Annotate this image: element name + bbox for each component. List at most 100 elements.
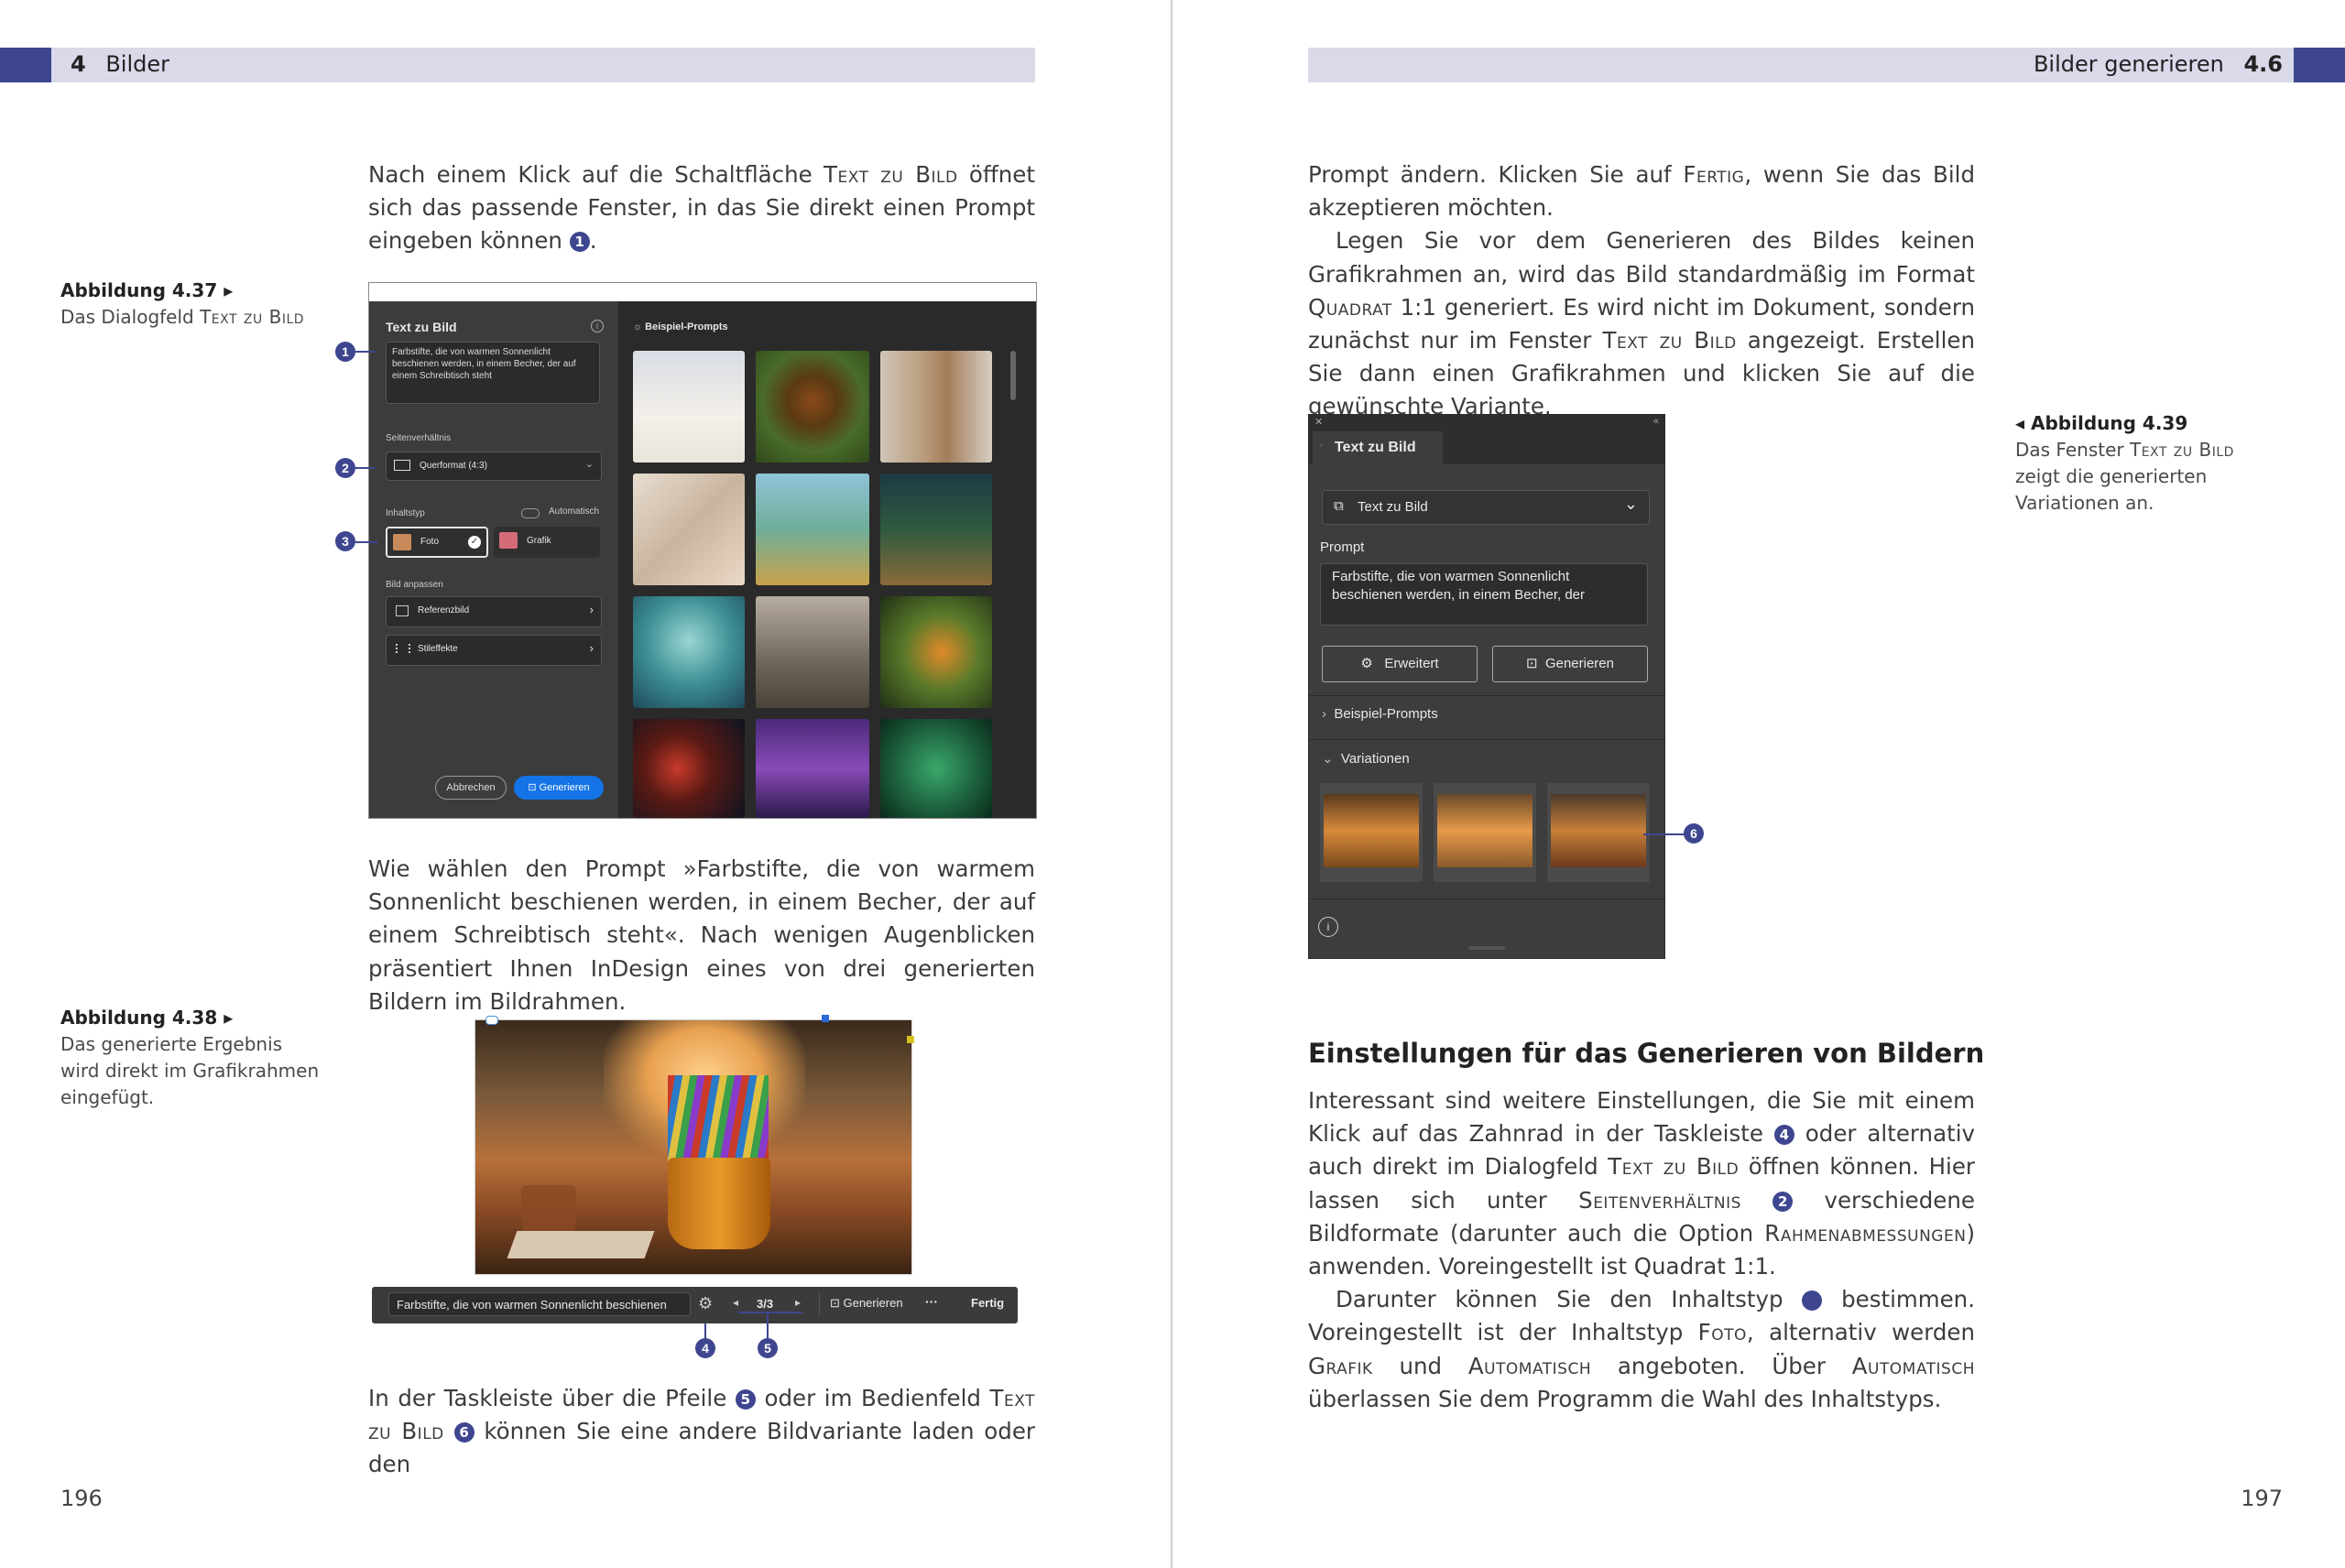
done-button[interactable]: Fertig xyxy=(971,1296,1004,1310)
example-prompts-label: Beispiel-Prompts xyxy=(645,321,728,332)
style-effects-row[interactable]: Stileffekte › xyxy=(386,635,602,666)
variation-tile[interactable] xyxy=(1434,783,1536,882)
page-number: 196 xyxy=(60,1486,103,1511)
caption-text: Das generierte Ergebnis wird direkt im G… xyxy=(60,1033,320,1108)
header-accent-block xyxy=(0,48,51,82)
info-icon[interactable]: i xyxy=(1318,917,1338,937)
panel-tab[interactable]: ◦ Text zu Bild xyxy=(1313,431,1443,464)
prompt-input[interactable]: Farbstifte, die von warmen Sonnenlicht b… xyxy=(386,342,600,404)
example-thumb-orangutan[interactable] xyxy=(756,351,869,463)
auto-toggle[interactable] xyxy=(521,508,540,518)
chevron-right-icon: › xyxy=(1322,706,1326,722)
left-page: 4 Bilder Nach einem Klick auf die Schalt… xyxy=(0,0,1172,1568)
paragraph-intro: Nach einem Klick auf die Schaltfläche Te… xyxy=(368,158,1035,258)
chevron-down-icon: ⌄ xyxy=(1623,495,1638,513)
callout-bracket xyxy=(738,1312,802,1313)
frame-handle-icon[interactable] xyxy=(485,1016,498,1025)
generate-button[interactable]: ⊡ Generieren xyxy=(1492,646,1648,682)
prev-arrow-icon[interactable]: ◂ xyxy=(733,1296,738,1309)
divider xyxy=(1309,695,1664,696)
chevron-right-icon: › xyxy=(589,641,594,655)
page-number: 197 xyxy=(2241,1486,2283,1511)
caption-text: Das Fenster xyxy=(2015,439,2130,461)
header-accent-block xyxy=(2294,48,2345,82)
content-type-label: Inhaltstyp xyxy=(386,508,425,518)
example-thumb-butterfly[interactable] xyxy=(880,596,992,708)
divider xyxy=(1309,898,1664,899)
frame-corner-handle[interactable] xyxy=(907,1036,914,1043)
reference-image-row[interactable]: Referenzbild › xyxy=(386,596,602,627)
adjust-image-label: Bild anpassen xyxy=(386,580,443,590)
example-prompts-column: ☼ Beispiel-Prompts xyxy=(618,301,1036,818)
callout-4: 4 xyxy=(695,1338,715,1358)
generate-button[interactable]: ⊡ Generieren xyxy=(514,776,604,800)
variations-label: Variationen xyxy=(1340,751,1410,767)
panel-tab-title: Text zu Bild xyxy=(1335,440,1416,455)
chevron-right-icon: › xyxy=(589,603,594,616)
example-thumb-giraffes[interactable] xyxy=(756,474,869,585)
variation-tile[interactable] xyxy=(1320,783,1423,882)
chapter-title: Bilder xyxy=(105,51,170,77)
next-arrow-icon[interactable]: ▸ xyxy=(795,1296,801,1309)
panel-titlebar: ✕ « xyxy=(1309,415,1664,430)
text-run: Legen Sie vor dem Generieren des Bildes … xyxy=(1308,227,1975,288)
taskbar-generate-button[interactable]: ⊡ Generieren xyxy=(830,1296,903,1311)
variations-section[interactable]: ⌄ Variationen xyxy=(1322,750,1410,767)
variation-tile[interactable] xyxy=(1547,783,1650,882)
ui-term: Grafik xyxy=(1308,1352,1373,1379)
info-icon[interactable]: i xyxy=(591,320,604,332)
variation-image-2 xyxy=(1437,794,1532,867)
foto-option[interactable]: Foto ✓ xyxy=(386,527,488,558)
aspect-ratio-select[interactable]: Querformat (4:3) ⌄ xyxy=(386,452,602,481)
gear-icon: ⚙ xyxy=(1360,656,1373,671)
more-options-icon[interactable]: ··· xyxy=(925,1294,938,1309)
advanced-button[interactable]: ⚙ Erweitert xyxy=(1322,646,1478,682)
ui-term: Text zu Bild xyxy=(1602,327,1737,354)
example-thumb-portrait[interactable] xyxy=(633,351,745,463)
photo-thumb-icon xyxy=(393,534,411,550)
resize-grip[interactable] xyxy=(1468,946,1505,950)
example-thumb-forest[interactable] xyxy=(880,474,992,585)
example-prompts-section[interactable]: › Beispiel-Prompts xyxy=(1322,706,1438,722)
gear-icon[interactable]: ⚙ xyxy=(698,1294,713,1313)
text-run: und xyxy=(1372,1352,1468,1379)
grafik-label: Grafik xyxy=(527,536,551,546)
example-thumb-birthday[interactable] xyxy=(756,719,869,818)
running-head: 4 Bilder xyxy=(71,51,169,77)
grafik-option[interactable]: Grafik xyxy=(494,527,600,558)
scrollbar-thumb[interactable] xyxy=(1010,351,1016,400)
prompt-input[interactable]: Farbstifte, die von warmen Sonnenlicht b… xyxy=(1320,563,1648,626)
ui-term: Quadrat xyxy=(1308,293,1392,321)
callout-marker: 4 xyxy=(1773,1125,1794,1146)
taskbar-prompt-input[interactable]: Farbstifte, die von warmen Sonnenlicht b… xyxy=(388,1292,691,1316)
style-effects-icon xyxy=(396,644,410,653)
mode-value: Text zu Bild xyxy=(1358,499,1428,515)
callout-marker: 2 xyxy=(1772,1191,1794,1212)
frame-anchor-handle[interactable] xyxy=(822,1015,829,1022)
example-thumb-shells[interactable] xyxy=(633,474,745,585)
text-run: überlassen Sie dem Programm die Wahl des… xyxy=(1308,1385,1942,1412)
text-to-image-icon: ⧉ xyxy=(1334,498,1344,514)
example-thumb-jellyfish[interactable] xyxy=(633,596,745,708)
close-icon[interactable]: ✕ xyxy=(1314,416,1323,428)
callout-3: 3 xyxy=(335,531,355,551)
callout-6: 6 xyxy=(1684,823,1704,844)
caption-title: Abbildung 4.38 ▸ xyxy=(60,1007,234,1029)
cancel-button[interactable]: Abbrechen xyxy=(435,776,507,800)
chevron-down-icon: ⌄ xyxy=(1322,751,1334,767)
example-thumb-lion[interactable] xyxy=(756,596,869,708)
example-thumb-astronaut[interactable] xyxy=(880,719,992,818)
style-effects-label: Stileffekte xyxy=(418,644,458,654)
checkmark-icon: ✓ xyxy=(468,536,481,549)
mode-dropdown[interactable]: ⧉ Text zu Bild ⌄ xyxy=(1322,490,1650,525)
ui-term: Fertig xyxy=(1683,161,1745,188)
figure-caption-437: Abbildung 4.37 ▸ Das Dialogfeld Text zu … xyxy=(60,278,326,331)
collapse-icon[interactable]: « xyxy=(1653,416,1659,427)
ui-term: Rahmenabmessungen xyxy=(1764,1219,1967,1247)
generated-image-frame[interactable] xyxy=(474,1019,912,1275)
reference-image-label: Referenzbild xyxy=(418,605,470,615)
callout-line xyxy=(355,351,376,353)
example-thumb-fashion[interactable] xyxy=(880,351,992,463)
variation-image-3 xyxy=(1551,794,1646,867)
example-thumb-moon[interactable] xyxy=(633,719,745,818)
